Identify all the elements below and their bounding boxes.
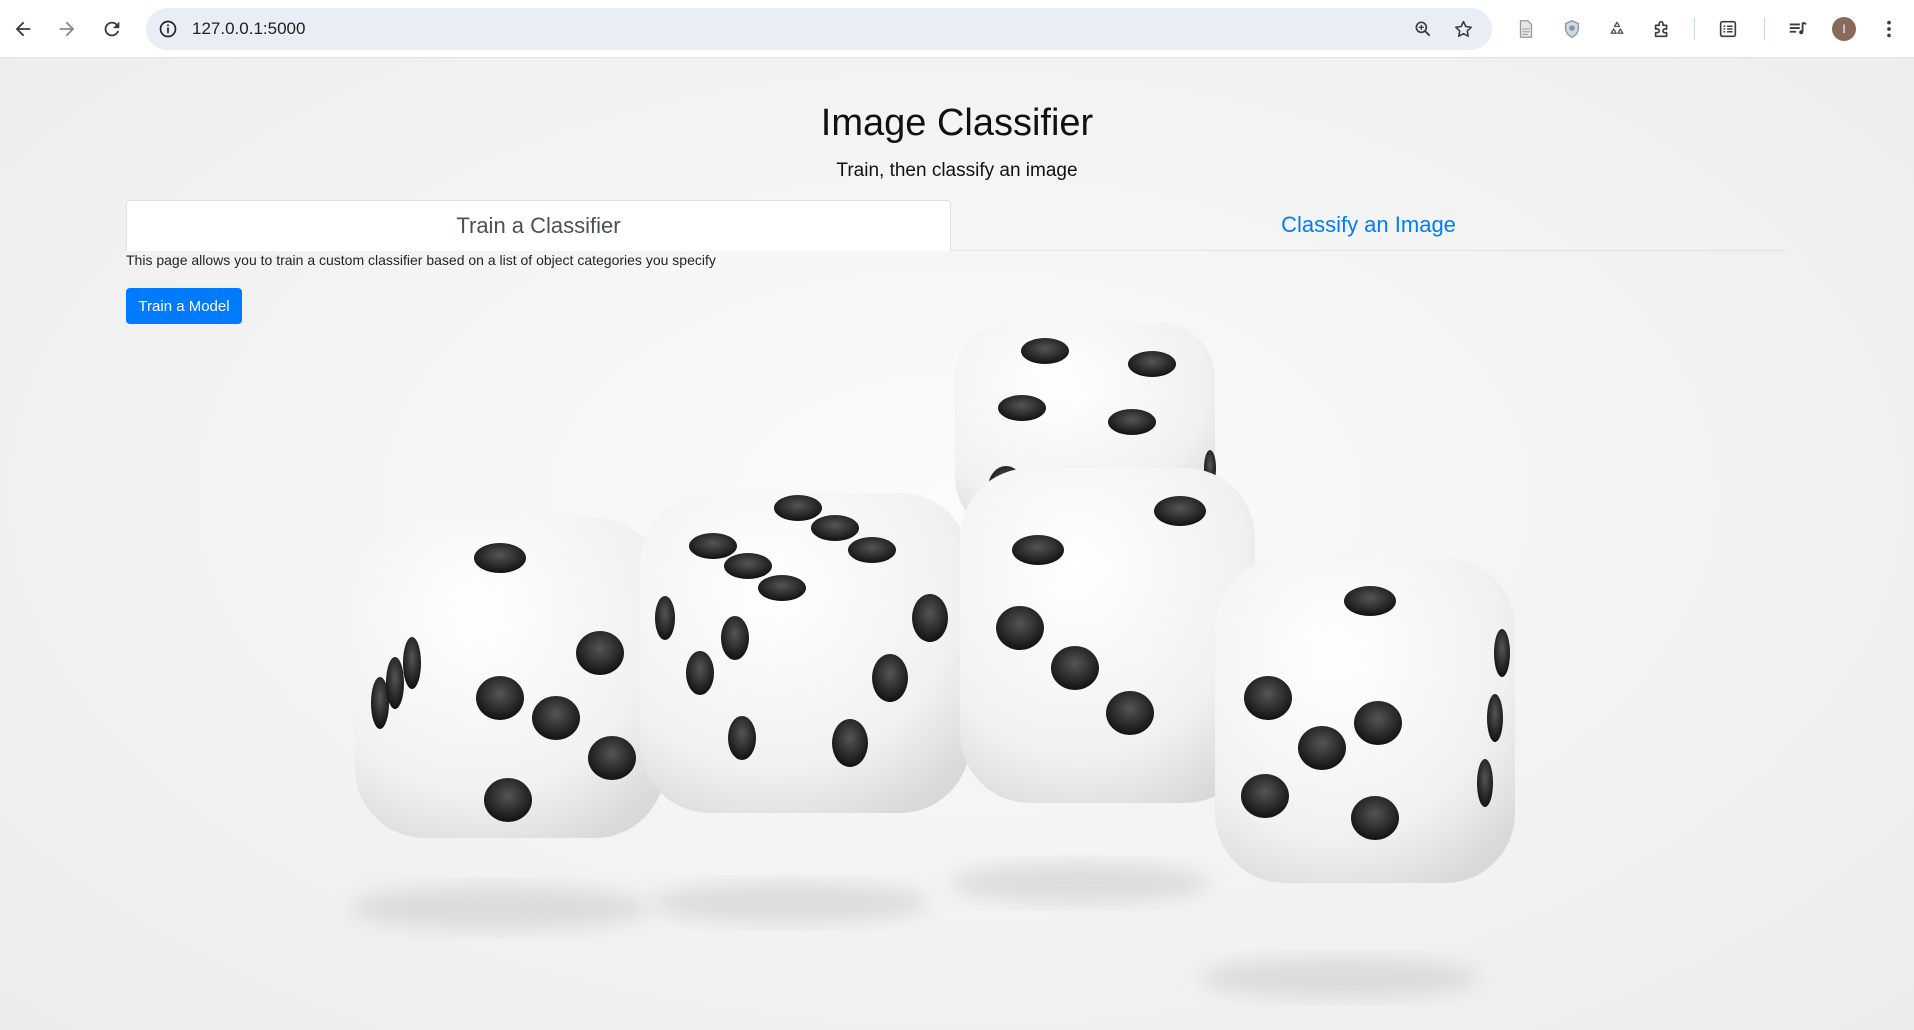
url-text[interactable]: 127.0.0.1:5000 xyxy=(192,19,305,39)
page-body: Image Classifier Train, then classify an… xyxy=(0,58,1914,1030)
page-title: Image Classifier xyxy=(820,102,1094,144)
die-center-left xyxy=(640,493,970,813)
back-icon[interactable] xyxy=(8,14,38,44)
document-icon[interactable] xyxy=(1512,15,1540,43)
toolbar-separator xyxy=(1694,18,1695,40)
page-subtitle: Train, then classify an image xyxy=(836,160,1078,181)
forward-icon[interactable] xyxy=(52,14,82,44)
tab-bar: Train a Classifier Classify an Image xyxy=(126,200,1786,251)
reload-icon[interactable] xyxy=(97,14,127,44)
zoom-icon[interactable] xyxy=(1411,17,1435,41)
toolbar-separator xyxy=(1764,18,1765,40)
extensions-puzzle-icon[interactable] xyxy=(1648,15,1676,43)
profile-avatar[interactable]: I xyxy=(1832,17,1856,41)
tab-description: This page allows you to train a custom c… xyxy=(126,252,716,268)
die-center-right xyxy=(960,468,1255,803)
address-bar[interactable]: 127.0.0.1:5000 xyxy=(146,8,1492,50)
media-queue-icon[interactable] xyxy=(1784,15,1812,43)
reading-list-icon[interactable] xyxy=(1714,15,1742,43)
bookmark-star-icon[interactable] xyxy=(1451,17,1475,41)
dice-photo xyxy=(350,323,1515,998)
tab-train-classifier[interactable]: Train a Classifier xyxy=(126,200,951,251)
die-left xyxy=(355,518,665,838)
browser-toolbar: 127.0.0.1:5000 I xyxy=(0,0,1914,58)
die-right xyxy=(1215,558,1515,883)
shield-extension-icon[interactable] xyxy=(1558,15,1586,43)
recycle-extension-icon[interactable] xyxy=(1603,15,1631,43)
site-info-icon[interactable] xyxy=(156,17,180,41)
menu-kebab-icon[interactable] xyxy=(1875,15,1903,43)
tab-classify-image[interactable]: Classify an Image xyxy=(951,200,1786,250)
train-model-button[interactable]: Train a Model xyxy=(126,288,242,324)
